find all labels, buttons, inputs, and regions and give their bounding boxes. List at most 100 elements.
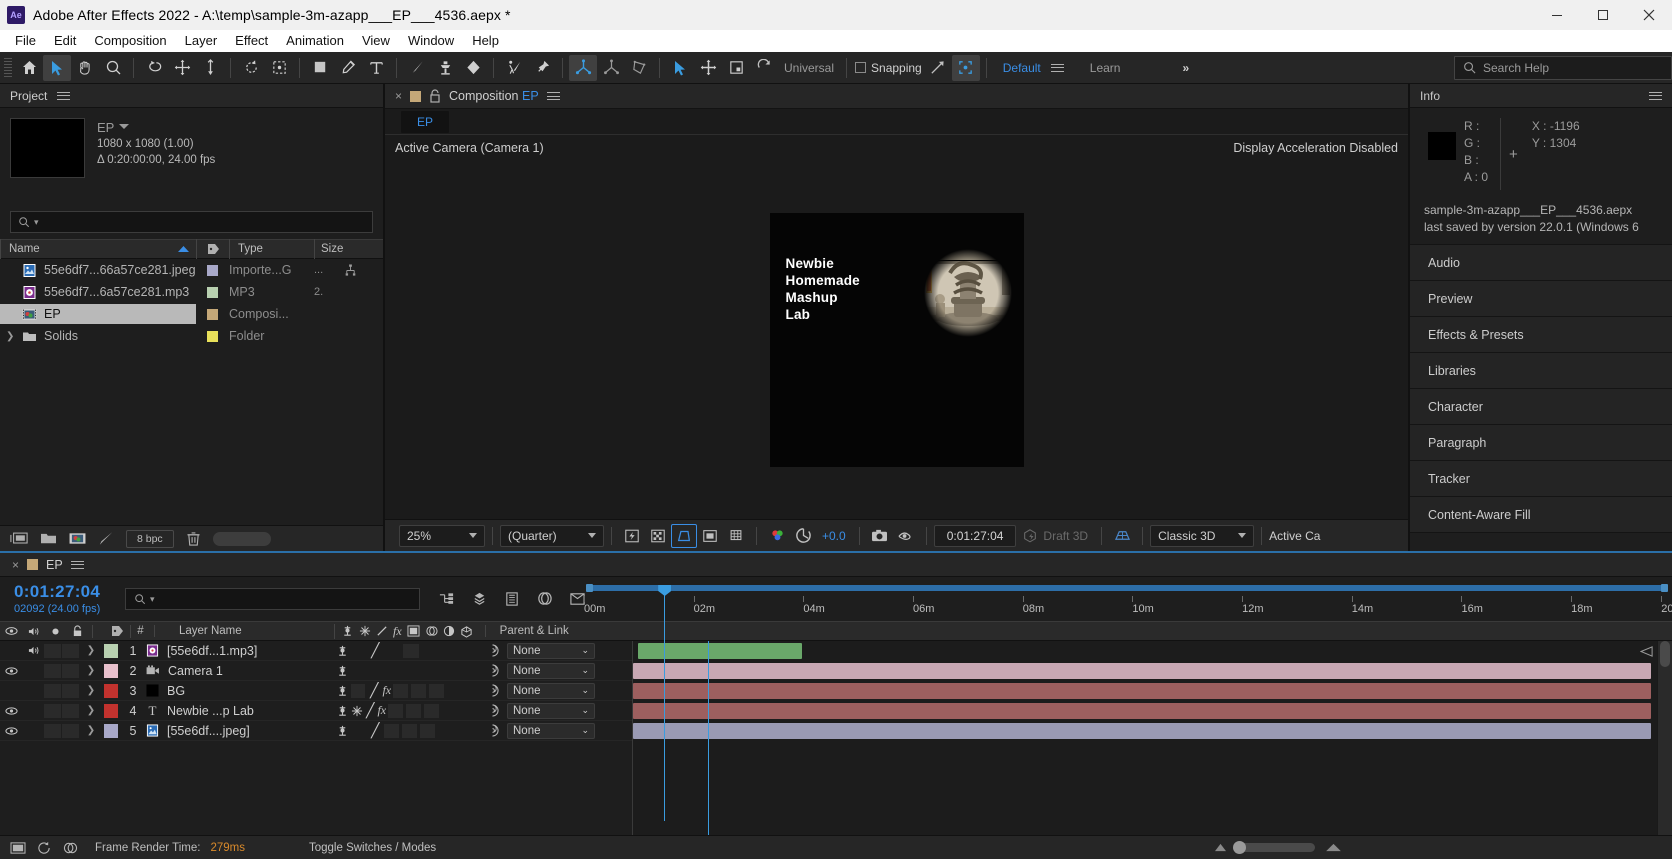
project-tab[interactable]: Project: [10, 89, 47, 103]
rotation-tool-icon[interactable]: [140, 55, 168, 81]
region-of-interest-icon[interactable]: [265, 55, 293, 81]
menu-help[interactable]: Help: [463, 31, 508, 51]
fast-previews-icon[interactable]: [619, 524, 645, 548]
layer-solo-toggle[interactable]: [44, 683, 61, 698]
layer-bar-audio[interactable]: [638, 643, 802, 659]
table-row[interactable]: ❯ 1 [55e6df...1.mp3] ╱ None ⌄: [0, 641, 632, 661]
zoom-in-timeline-icon[interactable]: [1325, 842, 1342, 853]
puppet-pin-icon[interactable]: [528, 55, 556, 81]
composition-menu-icon[interactable]: [546, 90, 560, 103]
graph-editor-icon[interactable]: [536, 591, 553, 607]
clone-stamp-icon[interactable]: [431, 55, 459, 81]
project-settings-icon[interactable]: [98, 531, 114, 546]
layer-parent-link[interactable]: None ⌄: [484, 642, 632, 659]
parent-select[interactable]: None ⌄: [507, 722, 595, 739]
panel-paragraph[interactable]: Paragraph: [1410, 425, 1672, 461]
renderer-select[interactable]: Classic 3D: [1150, 524, 1255, 547]
delete-icon[interactable]: [186, 531, 201, 547]
layer-lock-toggle[interactable]: [62, 683, 79, 698]
timeline-vertical-scrollbar[interactable]: [1657, 641, 1672, 835]
layer-solo-toggle[interactable]: [44, 703, 61, 718]
timeline-zoom-slider[interactable]: [1233, 841, 1315, 854]
search-caret-icon[interactable]: ▾: [34, 217, 39, 228]
column-header-name[interactable]: Name: [9, 243, 40, 255]
camera-select-icon[interactable]: [666, 55, 694, 81]
layer-name[interactable]: T Newbie ...p Lab: [146, 703, 332, 719]
color-depth-button[interactable]: 8 bpc: [126, 529, 174, 548]
info-menu-icon[interactable]: [1649, 89, 1662, 102]
workspace-default-label[interactable]: Default: [993, 61, 1051, 75]
menu-animation[interactable]: Animation: [277, 31, 353, 51]
view-axis-icon[interactable]: [625, 55, 653, 81]
close-timeline-tab-icon[interactable]: ×: [12, 558, 19, 572]
panel-content-aware-fill[interactable]: Content-Aware Fill: [1410, 497, 1672, 533]
close-button[interactable]: [1626, 0, 1672, 30]
layer-label-swatch[interactable]: [102, 683, 120, 698]
roto-brush-icon[interactable]: [500, 55, 528, 81]
workspace-menu-icon[interactable]: [1050, 61, 1064, 74]
layer-audio-toggle[interactable]: [22, 645, 44, 656]
timeline-tab-label[interactable]: EP: [46, 558, 63, 572]
anchor-point-tool-icon[interactable]: [196, 55, 224, 81]
panel-preview[interactable]: Preview: [1410, 281, 1672, 317]
text-tool-icon[interactable]: [362, 55, 390, 81]
project-row-solids-folder[interactable]: ❯ Solids Folder: [0, 325, 383, 347]
project-row-jpeg[interactable]: 55e6df7...66a57ce281.jpeg Importe...G ..…: [0, 259, 383, 281]
comp-timecode-field[interactable]: 0:01:27:04: [933, 524, 1017, 547]
composition-stage[interactable]: Newbie Homemade Mashup Lab: [385, 161, 1408, 519]
universal-3d-axis-icon[interactable]: [569, 54, 597, 81]
project-row-label[interactable]: [196, 330, 229, 342]
brush-tool-icon[interactable]: [403, 55, 431, 81]
timeline-footer-refresh-icon[interactable]: [36, 841, 52, 855]
eraser-tool-icon[interactable]: [459, 55, 487, 81]
draft-3d-button[interactable]: Draft 3D: [1016, 524, 1094, 548]
panel-libraries[interactable]: Libraries: [1410, 353, 1672, 389]
puppet-rotate-icon[interactable]: [237, 55, 265, 81]
mask-paths-icon[interactable]: [671, 523, 697, 548]
snap-arrow-icon[interactable]: [924, 55, 952, 81]
grid-guides-icon[interactable]: [723, 524, 749, 548]
composition-mini-flowchart-icon[interactable]: [438, 591, 455, 607]
snap-target-icon[interactable]: [951, 54, 980, 81]
new-comp-icon[interactable]: [10, 531, 28, 546]
layer-name[interactable]: BG: [146, 684, 332, 698]
caret-down-icon[interactable]: [119, 124, 130, 129]
menu-window[interactable]: Window: [399, 31, 463, 51]
timeline-track-area[interactable]: [632, 641, 1672, 835]
camera-dolly-icon[interactable]: [722, 55, 750, 81]
column-header-label[interactable]: [196, 239, 229, 259]
composition-tab-title[interactable]: Composition EP: [449, 89, 539, 103]
zoom-out-timeline-icon[interactable]: [1214, 842, 1227, 853]
layer-parent-link[interactable]: None ⌄: [484, 722, 632, 739]
show-snapshot-icon[interactable]: [893, 524, 919, 548]
layer-name[interactable]: [55e6df....jpeg]: [146, 724, 332, 738]
layer-lock-toggle[interactable]: [62, 663, 79, 678]
layer-name[interactable]: Camera 1: [146, 664, 332, 678]
layer-label-swatch[interactable]: [102, 643, 120, 658]
layer-video-toggle[interactable]: [0, 706, 22, 716]
active-camera-select[interactable]: Active Ca: [1269, 529, 1320, 543]
table-row[interactable]: ❯ 5 [55e6df....jpeg] ╱ None ⌄: [0, 721, 632, 741]
layer-switches[interactable]: [332, 665, 484, 677]
layer-video-toggle[interactable]: [0, 666, 22, 676]
work-area-bar[interactable]: [586, 584, 1668, 592]
pen-tool-icon[interactable]: [334, 55, 362, 81]
snapping-toggle[interactable]: Snapping: [853, 61, 924, 75]
zoom-level-select[interactable]: 25%: [399, 524, 485, 547]
project-row-ep-composition[interactable]: EP Composi...: [0, 303, 383, 325]
project-row-mp3[interactable]: 55e6df7...6a57ce281.mp3 MP3 2.: [0, 281, 383, 303]
timeline-ruler[interactable]: 00m 02m 04m 06m 08m 10m 12m 14m 16m 18m …: [584, 577, 1672, 821]
layer-parent-link[interactable]: None ⌄: [484, 682, 632, 699]
camera-pan-icon[interactable]: [694, 55, 722, 81]
composition-canvas[interactable]: Newbie Homemade Mashup Lab: [769, 213, 1024, 467]
channel-rgb-icon[interactable]: [764, 524, 790, 548]
subtab-ep[interactable]: EP: [401, 110, 450, 133]
selection-tool-icon[interactable]: [43, 54, 71, 81]
motion-blur-icon[interactable]: [504, 591, 520, 607]
reset-exposure-icon[interactable]: [790, 524, 816, 548]
layer-disclosure-icon[interactable]: ❯: [80, 665, 102, 676]
layer-disclosure-icon[interactable]: ❯: [80, 685, 102, 696]
panel-effects-presets[interactable]: Effects & Presets: [1410, 317, 1672, 353]
take-snapshot-icon[interactable]: [867, 524, 893, 548]
snapping-checkbox[interactable]: [855, 62, 867, 73]
